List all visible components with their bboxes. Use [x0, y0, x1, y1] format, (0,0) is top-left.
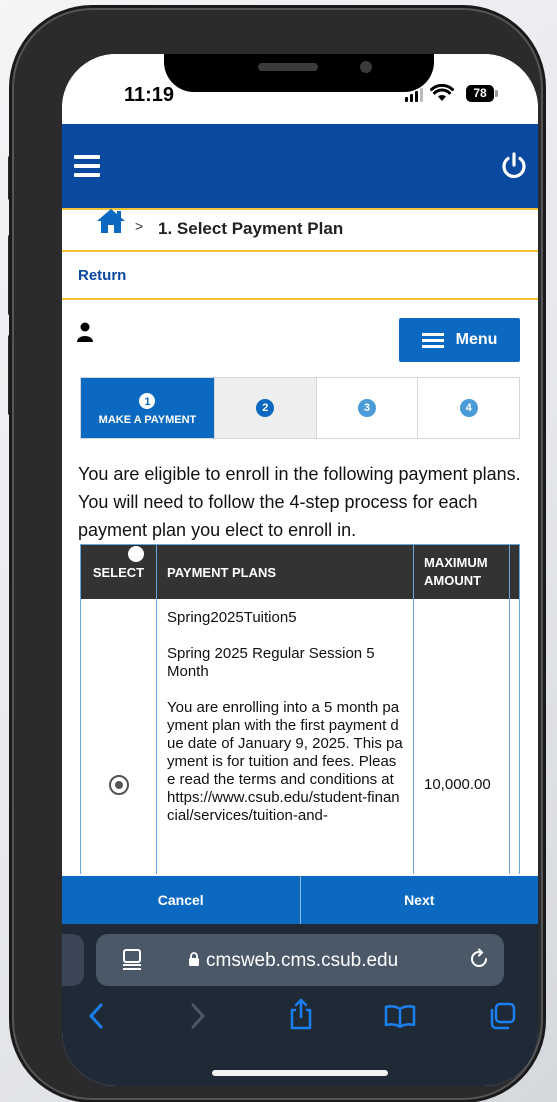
camera: [360, 61, 372, 73]
return-link[interactable]: Return: [78, 267, 126, 284]
step-1-number: 1: [138, 392, 157, 410]
plan-radio-button[interactable]: [109, 775, 129, 795]
plan-name: Spring 2025 Regular Session 5 Month: [167, 645, 375, 680]
step-4[interactable]: 4: [417, 378, 519, 438]
reload-icon[interactable]: [468, 948, 490, 970]
menu-icon: [421, 330, 444, 351]
step-progress: 1 MAKE A PAYMENT 2 3 4: [80, 377, 520, 439]
phone-frame: 11:19 78 > 1. Select Payment Plan Return: [14, 10, 541, 1098]
step-3[interactable]: 3: [315, 378, 418, 438]
header-maximum-line1: MAXIMUM: [424, 555, 488, 570]
speaker: [258, 63, 318, 71]
tabs-icon[interactable]: [488, 1002, 516, 1030]
header-payment-plans: PAYMENT PLANS: [157, 545, 414, 599]
payment-plans-table: SELECT PAYMENT PLANS MAXIMUM AMOUNT Spri…: [80, 544, 520, 874]
step-1[interactable]: 1 MAKE A PAYMENT: [81, 378, 214, 438]
table-header: SELECT PAYMENT PLANS MAXIMUM AMOUNT: [81, 545, 519, 599]
phone-screen: 11:19 78 > 1. Select Payment Plan Return: [62, 54, 538, 1086]
select-cell: [81, 599, 157, 874]
step-2-number: 2: [256, 399, 275, 417]
next-button[interactable]: Next: [301, 876, 539, 924]
plan-description: You are enrolling into a 5 month payment…: [167, 699, 403, 824]
header-maximum-line2: AMOUNT: [424, 573, 482, 588]
user-icon: [77, 322, 93, 342]
battery-tip: [495, 90, 498, 97]
reader-icon[interactable]: [122, 948, 142, 970]
wifi-icon: [430, 84, 454, 101]
notch: [164, 54, 434, 92]
amount-cell: 10,000.00: [414, 599, 510, 874]
touch-indicator: [128, 546, 144, 562]
status-time: 11:19: [124, 84, 175, 106]
menu-button[interactable]: Menu: [399, 318, 520, 362]
forward-icon[interactable]: [188, 1002, 208, 1030]
breadcrumb-separator: >: [135, 218, 144, 234]
page-title: 1. Select Payment Plan: [158, 219, 344, 238]
intro-text: You are eligible to enroll in the follow…: [78, 464, 521, 540]
home-indicator[interactable]: [212, 1070, 388, 1076]
share-icon[interactable]: [288, 998, 314, 1030]
signal-icon: [405, 88, 423, 102]
footer-actions: Cancel Next: [62, 876, 538, 924]
step-4-number: 4: [459, 399, 478, 417]
plan-max-amount: 10,000.00: [424, 776, 491, 793]
url-text[interactable]: cmsweb.cms.csub.edu: [206, 950, 398, 972]
step-2[interactable]: 2: [213, 378, 316, 438]
back-icon[interactable]: [86, 1002, 106, 1030]
menu-button-label: Menu: [455, 331, 498, 348]
hamburger-icon[interactable]: [74, 155, 100, 177]
previous-tab-preview[interactable]: [62, 934, 84, 986]
plan-code: Spring2025Tuition5: [167, 609, 297, 626]
app-header: [62, 124, 538, 208]
step-1-label: MAKE A PAYMENT: [98, 414, 197, 426]
cancel-button[interactable]: Cancel: [62, 876, 301, 924]
header-select: SELECT: [81, 545, 157, 599]
header-maximum-amount: MAXIMUM AMOUNT: [414, 545, 510, 599]
power-icon[interactable]: [500, 152, 528, 180]
table-row: Spring2025Tuition5 Spring 2025 Regular S…: [81, 599, 519, 874]
battery-icon: 78: [466, 85, 494, 102]
home-icon[interactable]: [96, 208, 126, 234]
bookmarks-icon[interactable]: [384, 1004, 416, 1028]
step-3-number: 3: [357, 399, 376, 417]
lock-icon: [189, 952, 199, 966]
plan-cell: Spring2025Tuition5 Spring 2025 Regular S…: [157, 599, 414, 874]
return-bar: [62, 252, 538, 300]
